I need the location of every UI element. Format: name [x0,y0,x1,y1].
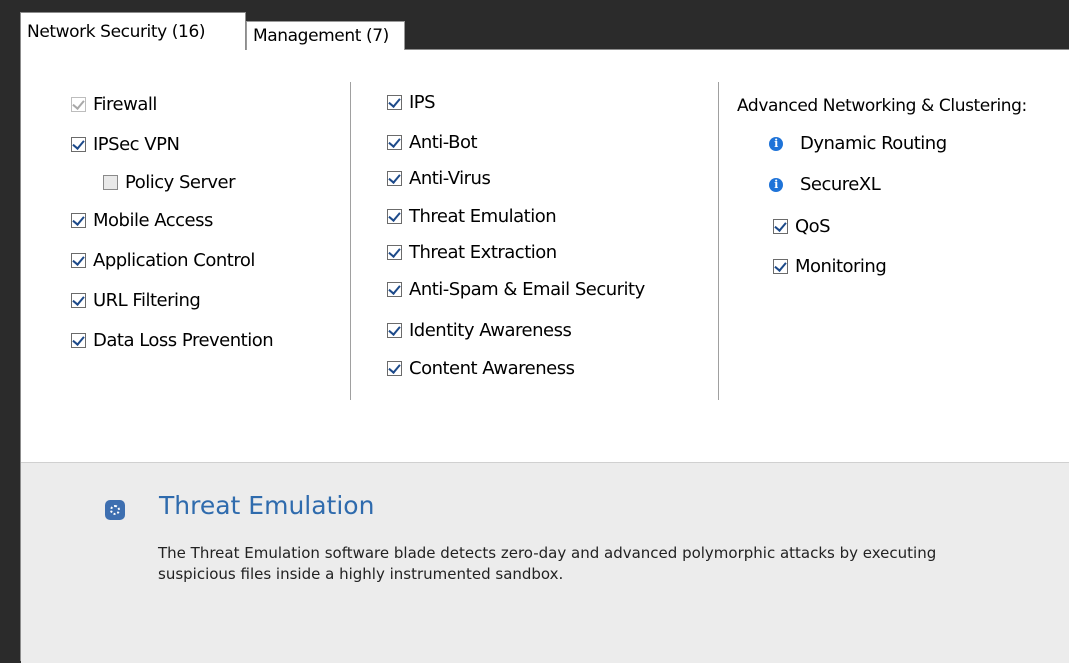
blade-anti-spam[interactable]: Anti-Spam & Email Security [387,279,645,300]
ipsec-vpn-label[interactable]: IPSec VPN [93,134,180,155]
tab-management[interactable]: Management (7) [246,21,405,50]
url-filtering-checkbox[interactable] [71,293,86,308]
feature-securexl: i SecureXL [769,174,881,195]
content-awareness-label[interactable]: Content Awareness [409,358,575,379]
ips-label[interactable]: IPS [409,92,436,113]
description-text: The Threat Emulation software blade dete… [158,544,937,583]
info-icon[interactable]: i [769,136,783,151]
qos-checkbox[interactable] [773,219,788,234]
application-control-label[interactable]: Application Control [93,250,255,271]
mobile-access-checkbox[interactable] [71,213,86,228]
anti-bot-label[interactable]: Anti-Bot [409,132,478,153]
blade-mobile-access[interactable]: Mobile Access [71,210,213,231]
application-control-checkbox[interactable] [71,253,86,268]
ips-checkbox[interactable] [387,95,402,110]
threat-emulation-label[interactable]: Threat Emulation [409,206,557,227]
url-filtering-label[interactable]: URL Filtering [93,290,201,311]
blade-ipsec-vpn[interactable]: IPSec VPN [71,134,180,155]
description-title: Threat Emulation [159,491,375,520]
blade-qos[interactable]: QoS [773,216,831,237]
firewall-checkbox [71,97,86,112]
anti-virus-label[interactable]: Anti-Virus [409,168,491,189]
blade-threat-emulation[interactable]: Threat Emulation [387,206,557,227]
anti-bot-checkbox[interactable] [387,135,402,150]
content-awareness-checkbox[interactable] [387,361,402,376]
blade-anti-bot[interactable]: Anti-Bot [387,132,478,153]
blade-anti-virus[interactable]: Anti-Virus [387,168,491,189]
threat-extraction-label[interactable]: Threat Extraction [409,242,557,263]
anti-virus-checkbox[interactable] [387,171,402,186]
feature-dynamic-routing: i Dynamic Routing [769,133,947,154]
policy-server-checkbox[interactable] [103,175,118,190]
anti-spam-checkbox[interactable] [387,282,402,297]
mobile-access-label[interactable]: Mobile Access [93,210,213,231]
firewall-label: Firewall [93,94,157,115]
blade-content-awareness[interactable]: Content Awareness [387,358,575,379]
blade-firewall: Firewall [71,94,157,115]
anti-spam-label[interactable]: Anti-Spam & Email Security [409,279,645,300]
qos-label[interactable]: QoS [795,216,831,237]
securexl-label: SecureXL [800,174,881,195]
threat-emulation-icon [105,500,125,520]
blade-monitoring[interactable]: Monitoring [773,256,887,277]
monitoring-label[interactable]: Monitoring [795,256,887,277]
threat-emulation-checkbox[interactable] [387,209,402,224]
blade-threat-extraction[interactable]: Threat Extraction [387,242,557,263]
blade-description-panel: Threat Emulation The Threat Emulation so… [21,462,1069,663]
identity-awareness-label[interactable]: Identity Awareness [409,320,572,341]
column-divider [350,82,351,400]
blade-application-control[interactable]: Application Control [71,250,255,271]
info-icon[interactable]: i [769,177,783,192]
advanced-networking-heading: Advanced Networking & Clustering: [737,96,1027,116]
threat-extraction-checkbox[interactable] [387,245,402,260]
data-loss-prevention-label[interactable]: Data Loss Prevention [93,330,274,351]
blade-identity-awareness[interactable]: Identity Awareness [387,320,572,341]
blade-policy-server[interactable]: Policy Server [103,172,236,193]
column-divider [718,82,719,400]
dynamic-routing-label: Dynamic Routing [800,133,947,154]
blades-panel: Firewall IPSec VPN Policy Server Mobile … [20,49,1069,663]
blade-ips[interactable]: IPS [387,92,436,113]
monitoring-checkbox[interactable] [773,259,788,274]
blade-data-loss-prevention[interactable]: Data Loss Prevention [71,330,274,351]
data-loss-prevention-checkbox[interactable] [71,333,86,348]
identity-awareness-checkbox[interactable] [387,323,402,338]
policy-server-label[interactable]: Policy Server [125,172,236,193]
tab-network-security[interactable]: Network Security (16) [20,12,246,50]
software-blades-window: Network Security (16) Management (7) Fir… [10,0,1069,663]
ipsec-vpn-checkbox[interactable] [71,137,86,152]
blade-url-filtering[interactable]: URL Filtering [71,290,201,311]
